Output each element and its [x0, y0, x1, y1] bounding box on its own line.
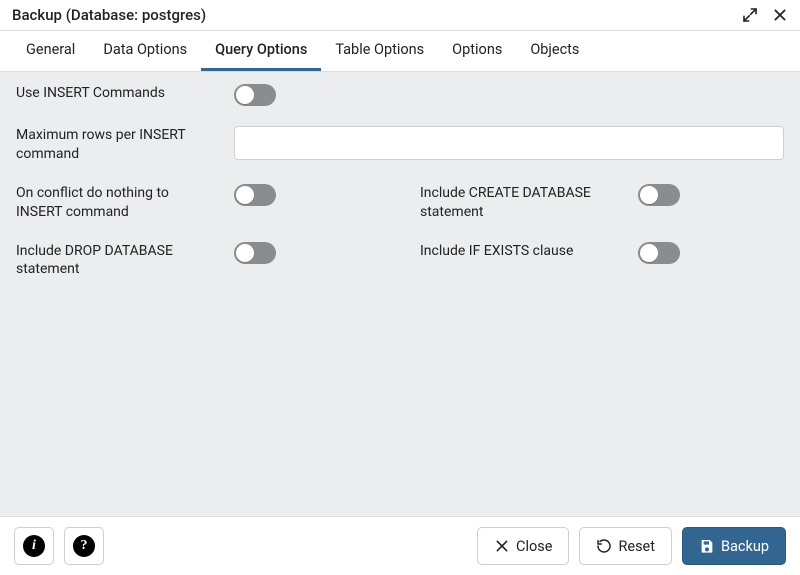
label-include-drop-database: Include DROP DATABASE statement: [16, 242, 216, 280]
tab-query-options[interactable]: Query Options: [201, 31, 321, 71]
label-use-insert-commands: Use INSERT Commands: [16, 84, 216, 103]
row-max-rows-per-insert: Maximum rows per INSERT command: [16, 126, 784, 164]
tab-general[interactable]: General: [12, 31, 89, 71]
tab-options[interactable]: Options: [438, 31, 516, 71]
backup-dialog: Backup (Database: postgres) General Data…: [0, 0, 800, 575]
tab-objects[interactable]: Objects: [516, 31, 593, 71]
form-grid: Use INSERT Commands Maximum rows per INS…: [16, 84, 784, 279]
input-max-rows-per-insert[interactable]: [234, 126, 784, 160]
footer-left: i ?: [14, 527, 104, 565]
toggle-include-if-exists[interactable]: [638, 242, 680, 264]
dialog-title: Backup (Database: postgres): [12, 6, 206, 24]
backup-button[interactable]: Backup: [682, 527, 786, 565]
reset-button[interactable]: Reset: [579, 527, 672, 565]
row-include-create-database: Include CREATE DATABASE statement: [420, 184, 784, 222]
help-icon: ?: [73, 535, 95, 557]
toggle-include-create-database[interactable]: [638, 184, 680, 206]
tab-data-options[interactable]: Data Options: [89, 31, 201, 71]
row-on-conflict-do-nothing: On conflict do nothing to INSERT command: [16, 184, 380, 222]
label-include-create-database: Include CREATE DATABASE statement: [420, 184, 620, 222]
toggle-use-insert-commands[interactable]: [234, 84, 276, 106]
close-icon[interactable]: [772, 7, 788, 23]
title-controls: [742, 7, 788, 23]
reset-icon: [596, 538, 612, 554]
info-icon: i: [23, 535, 45, 557]
tab-bar: General Data Options Query Options Table…: [0, 31, 800, 72]
row-include-if-exists: Include IF EXISTS clause: [420, 242, 784, 280]
toggle-on-conflict-do-nothing[interactable]: [234, 184, 276, 206]
row-use-insert-commands: Use INSERT Commands: [16, 84, 784, 106]
save-icon: [699, 538, 715, 554]
help-button[interactable]: ?: [64, 527, 104, 565]
info-button[interactable]: i: [14, 527, 54, 565]
title-bar: Backup (Database: postgres): [0, 0, 800, 31]
toggle-include-drop-database[interactable]: [234, 242, 276, 264]
label-max-rows-per-insert: Maximum rows per INSERT command: [16, 126, 216, 164]
close-button-label: Close: [516, 538, 552, 555]
footer-right: Close Reset Backup: [477, 527, 786, 565]
footer: i ? Close Reset Backup: [0, 516, 800, 575]
expand-icon[interactable]: [742, 7, 758, 23]
label-include-if-exists: Include IF EXISTS clause: [420, 242, 620, 261]
content-panel: Use INSERT Commands Maximum rows per INS…: [0, 72, 800, 516]
x-icon: [494, 538, 510, 554]
reset-button-label: Reset: [618, 538, 655, 555]
backup-button-label: Backup: [721, 538, 769, 555]
label-on-conflict-do-nothing: On conflict do nothing to INSERT command: [16, 184, 216, 222]
tab-table-options[interactable]: Table Options: [321, 31, 438, 71]
close-button[interactable]: Close: [477, 527, 569, 565]
row-include-drop-database: Include DROP DATABASE statement: [16, 242, 380, 280]
